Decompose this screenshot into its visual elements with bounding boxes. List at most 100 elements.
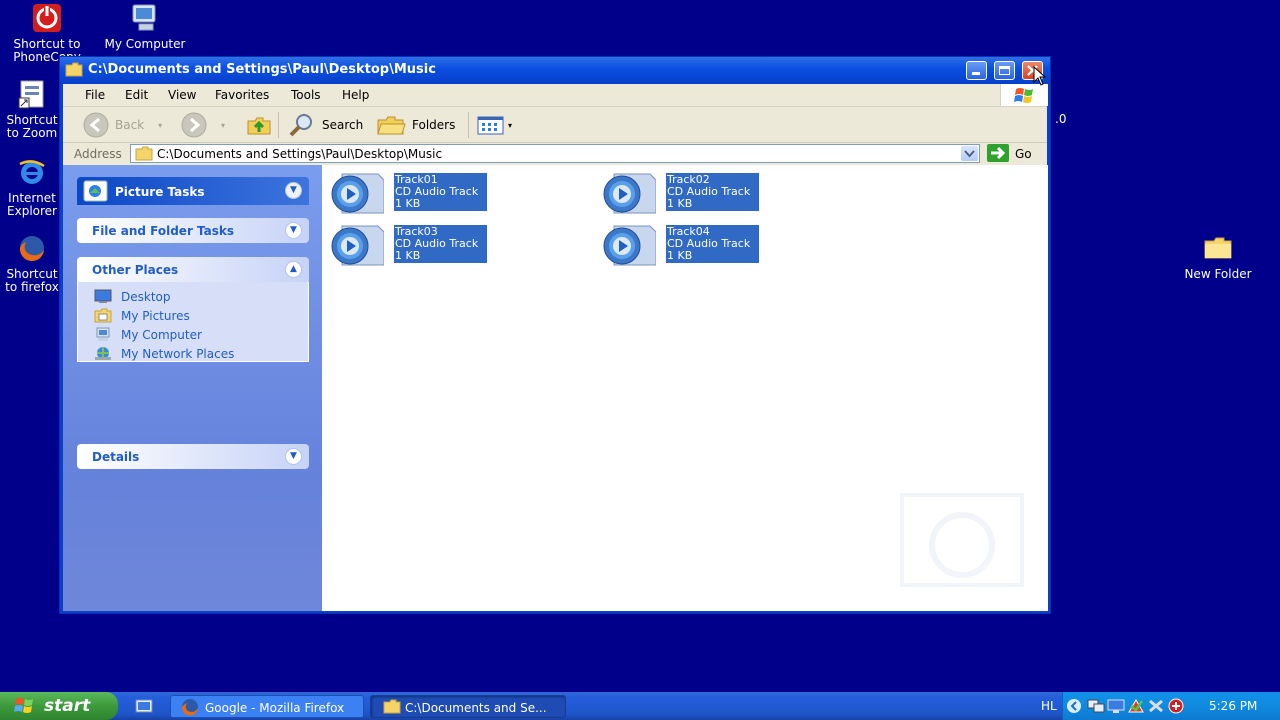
taskbar-button-explorer[interactable]: C:\Documents and Se...	[370, 695, 566, 718]
chevron-down-icon: ▾	[221, 120, 226, 130]
picture-tasks-header[interactable]: Picture Tasks ▼	[77, 177, 309, 205]
my-computer-icon	[129, 2, 161, 34]
back-label: Back	[115, 118, 145, 132]
mouse-cursor-icon	[1033, 66, 1047, 86]
desktop-icon-zoom[interactable]: Shortcut to Zoom	[4, 78, 60, 140]
tray-expand-icon[interactable]	[1066, 698, 1082, 714]
chevron-down-icon[interactable]: ▼	[285, 222, 302, 239]
minimize-button[interactable]	[966, 61, 987, 80]
file-label: Track04 CD Audio Track 1 KB	[666, 225, 759, 263]
folders-icon	[377, 116, 406, 135]
chevron-up-icon[interactable]: ▲	[285, 261, 302, 278]
my-computer-icon	[96, 327, 110, 341]
windows-logo-icon	[1000, 84, 1048, 106]
file-folder-tasks-panel: File and Folder Tasks ▼	[77, 218, 309, 243]
network-places-icon	[95, 347, 111, 360]
desktop-icon-internet-explorer[interactable]: Internet Explorer	[4, 156, 60, 218]
tray-antivirus-icon[interactable]	[1167, 698, 1185, 714]
address-dropdown-button[interactable]	[961, 146, 978, 161]
file-item-track03[interactable]: Track03 CD Audio Track 1 KB	[328, 223, 598, 267]
other-places-header[interactable]: Other Places ▲	[77, 257, 309, 282]
file-size: 1 KB	[667, 249, 693, 262]
chevron-down-icon[interactable]: ▼	[285, 448, 302, 465]
picture-tasks-panel: Picture Tasks ▼	[77, 177, 309, 205]
details-header[interactable]: Details ▼	[77, 444, 309, 469]
file-item-track01[interactable]: Track01 CD Audio Track 1 KB	[328, 171, 598, 215]
taskbar-button-label: C:\Documents and Se...	[405, 701, 547, 715]
place-label: My Pictures	[121, 309, 190, 323]
place-my-pictures[interactable]: My Pictures	[78, 307, 308, 326]
cd-audio-track-icon	[331, 225, 384, 266]
menu-view[interactable]: View	[168, 88, 196, 102]
views-button[interactable]: ▾	[476, 114, 512, 136]
start-label: start	[44, 696, 91, 716]
desktop-icon-label: Shortcut to Zoom	[6, 114, 58, 140]
start-button[interactable]: start	[0, 692, 118, 720]
place-label: Desktop	[121, 290, 171, 304]
menu-help[interactable]: Help	[342, 88, 369, 102]
address-input[interactable]: C:\Documents and Settings\Paul\Desktop\M…	[130, 144, 980, 163]
zoom-shortcut-icon	[16, 78, 48, 110]
search-button[interactable]: Search	[287, 114, 363, 137]
place-my-network-places[interactable]: My Network Places	[78, 345, 308, 364]
file-item-track02[interactable]: Track02 CD Audio Track 1 KB	[600, 171, 870, 215]
internet-explorer-icon	[16, 156, 48, 188]
quicklaunch-desktop-button[interactable]	[134, 697, 154, 715]
file-label: Track01 CD Audio Track 1 KB	[394, 173, 487, 211]
chevron-down-icon	[964, 150, 975, 158]
up-folder-button[interactable]	[246, 114, 272, 136]
tray-monitor-icon[interactable]	[1107, 698, 1125, 714]
folders-button[interactable]: Folders	[376, 114, 455, 136]
file-label: Track02 CD Audio Track 1 KB	[666, 173, 759, 211]
file-list[interactable]: Track01 CD Audio Track 1 KB Track02 CD A…	[322, 165, 1048, 611]
forward-arrow-icon	[181, 112, 207, 138]
show-desktop-icon	[135, 699, 153, 713]
address-bar: Address C:\Documents and Settings\Paul\D…	[63, 143, 1047, 165]
back-arrow-icon	[83, 112, 109, 138]
my-pictures-icon	[94, 308, 112, 323]
tray-security-icon[interactable]	[1127, 698, 1145, 714]
desktop-icon-label: New Folder	[1184, 267, 1252, 281]
desktop-icon-new-folder[interactable]: New Folder	[1176, 232, 1260, 281]
go-label: Go	[1015, 147, 1032, 161]
tray-network-icon[interactable]	[1087, 698, 1105, 714]
phonecopy-icon	[31, 2, 63, 34]
desktop-icon-label: My Computer	[104, 37, 186, 51]
desktop-icon-phonecopy[interactable]: Shortcut to PhoneCopy	[4, 2, 90, 64]
music-watermark-icon	[900, 493, 1024, 587]
desktop-icon-firefox[interactable]: Shortcut to firefox	[4, 232, 60, 294]
go-button[interactable]: Go	[985, 144, 1041, 164]
taskbar-button-firefox[interactable]: Google - Mozilla Firefox	[170, 695, 364, 718]
firefox-icon	[181, 699, 198, 716]
other-places-panel: Other Places ▲ Desktop My Pictures My Co…	[77, 257, 309, 362]
address-value: C:\Documents and Settings\Paul\Desktop\M…	[157, 147, 443, 161]
desktop-partial-text: .0	[1055, 112, 1067, 126]
clock[interactable]: 5:26 PM	[1209, 699, 1257, 713]
title-bar[interactable]: C:\Documents and Settings\Paul\Desktop\M…	[60, 57, 1050, 84]
details-panel: Details ▼	[77, 444, 309, 469]
desktop-icon	[94, 289, 112, 303]
back-button[interactable]: Back ▾	[83, 112, 162, 138]
cd-audio-track-icon	[603, 225, 656, 266]
maximize-button[interactable]	[994, 61, 1015, 80]
forward-button[interactable]: ▾	[181, 112, 226, 138]
folder-icon	[135, 146, 153, 161]
windows-logo-icon	[14, 698, 33, 713]
views-icon	[477, 116, 504, 135]
file-item-track04[interactable]: Track04 CD Audio Track 1 KB	[600, 223, 870, 267]
explorer-window: C:\Documents and Settings\Paul\Desktop\M…	[59, 56, 1051, 614]
language-indicator[interactable]: HL	[1041, 699, 1057, 713]
desktop-icon-my-computer[interactable]: My Computer	[100, 2, 190, 51]
folder-icon	[383, 699, 401, 714]
file-folder-tasks-header[interactable]: File and Folder Tasks ▼	[77, 218, 309, 243]
menu-edit[interactable]: Edit	[125, 88, 148, 102]
tray-tools-icon[interactable]	[1147, 698, 1165, 714]
file-size: 1 KB	[667, 197, 693, 210]
desktop-icon-label: Internet Explorer	[7, 192, 57, 218]
menu-file[interactable]: File	[85, 88, 105, 102]
chevron-down-icon[interactable]: ▼	[285, 182, 302, 199]
menu-tools[interactable]: Tools	[291, 88, 321, 102]
menu-favorites[interactable]: Favorites	[215, 88, 269, 102]
place-desktop[interactable]: Desktop	[78, 288, 308, 307]
place-my-computer[interactable]: My Computer	[78, 326, 308, 345]
